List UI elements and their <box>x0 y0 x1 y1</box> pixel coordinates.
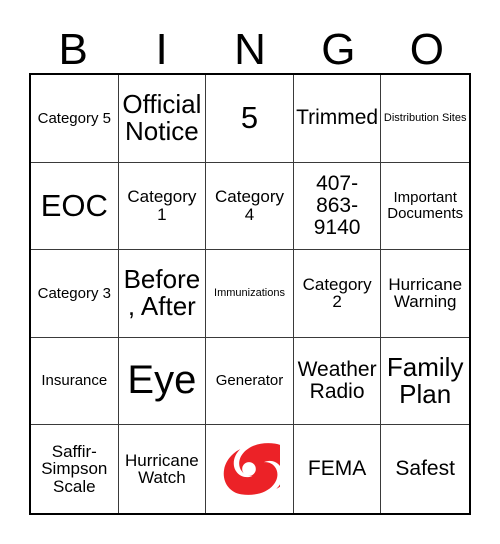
bingo-cell[interactable]: Safest <box>381 425 469 513</box>
bingo-cell[interactable]: Weather Radio <box>293 337 382 426</box>
hurricane-icon <box>218 438 281 500</box>
bingo-card: B I N G O Category 5 Official Notice 5 Trimmed D… <box>0 0 500 544</box>
bingo-cell[interactable]: Eye <box>118 337 207 426</box>
bingo-cell[interactable]: Important Documents <box>381 162 469 251</box>
bingo-cell-label: Safest <box>395 457 455 481</box>
bingo-cell[interactable]: Official Notice <box>118 75 207 163</box>
bingo-cell-label: Insurance <box>41 372 108 390</box>
bingo-cell[interactable]: Trimmed <box>293 75 382 163</box>
bingo-cell-label: Immunizations <box>214 286 285 299</box>
bingo-cell-label: Category 4 <box>215 187 284 224</box>
bingo-cell-label: Hurricane Watch <box>125 450 199 488</box>
bingo-header: BINGO <box>29 20 471 73</box>
bingo-cell[interactable]: Immunizations <box>206 250 294 338</box>
bingo-cell[interactable]: Hurricane Watch <box>118 425 207 513</box>
bingo-cell[interactable]: 5 <box>206 75 294 163</box>
bingo-cell-label: Official Notice <box>122 89 202 147</box>
bingo-cell-label: Generator <box>215 372 284 390</box>
bingo-cell[interactable]: Category 3 <box>31 250 119 338</box>
bingo-cell-label: FEMA <box>307 457 367 481</box>
bingo-cell-label: Family Plan <box>386 352 464 410</box>
bingo-header-letter-n: N <box>234 25 266 74</box>
bingo-cell-label: Category 2 <box>302 274 372 312</box>
bingo-cell[interactable]: Category 4 <box>206 162 294 251</box>
bingo-cell-label: Before, After <box>123 264 201 322</box>
bingo-cell[interactable]: Distribution Sites <box>381 75 469 163</box>
bingo-cell[interactable]: Category 5 <box>31 75 119 163</box>
bingo-cell-label: Weather Radio <box>297 358 377 404</box>
bingo-cell-label: Category 1 <box>127 187 197 224</box>
bingo-cell[interactable]: Saffir-Simpson Scale <box>31 425 119 513</box>
bingo-cell-label: Saffir-Simpson Scale <box>41 441 108 497</box>
bingo-cell-label: Eye <box>127 358 197 403</box>
bingo-header-letter-b: B <box>58 25 88 74</box>
bingo-cell[interactable]: Before, After <box>118 250 207 338</box>
bingo-cell-label: EOC <box>40 187 108 223</box>
bingo-cell[interactable]: Category 1 <box>118 162 207 251</box>
bingo-cell[interactable]: EOC <box>31 162 119 251</box>
bingo-grid: Category 5 Official Notice 5 Trimmed Distrib… <box>29 73 471 515</box>
bingo-free-space-cell[interactable] <box>206 425 294 513</box>
bingo-cell[interactable]: Hurricane Warning <box>381 250 469 338</box>
bingo-cell-label: 5 <box>240 100 259 136</box>
bingo-cell-label: Important Documents <box>387 189 464 222</box>
bingo-cell-label: Hurricane Warning <box>388 274 463 312</box>
bingo-cell[interactable]: Generator <box>206 337 294 426</box>
bingo-cell[interactable]: 407-863-9140 <box>293 162 382 251</box>
bingo-header-letter-o: O <box>409 25 444 74</box>
bingo-cell-label: 407-863-9140 <box>313 172 361 239</box>
bingo-cell[interactable]: FEMA <box>293 425 382 513</box>
bingo-cell-label: Distribution Sites <box>383 111 467 124</box>
bingo-header-letter-g: G <box>321 25 356 74</box>
bingo-header-letter-i: I <box>155 25 168 74</box>
bingo-cell-label: Trimmed <box>296 106 379 130</box>
bingo-cell[interactable]: Insurance <box>31 337 119 426</box>
bingo-cell-label: Category 3 <box>37 284 111 302</box>
bingo-cell[interactable]: Family Plan <box>381 337 469 426</box>
bingo-cell[interactable]: Category 2 <box>293 250 382 338</box>
bingo-cell-label: Category 5 <box>37 109 111 127</box>
